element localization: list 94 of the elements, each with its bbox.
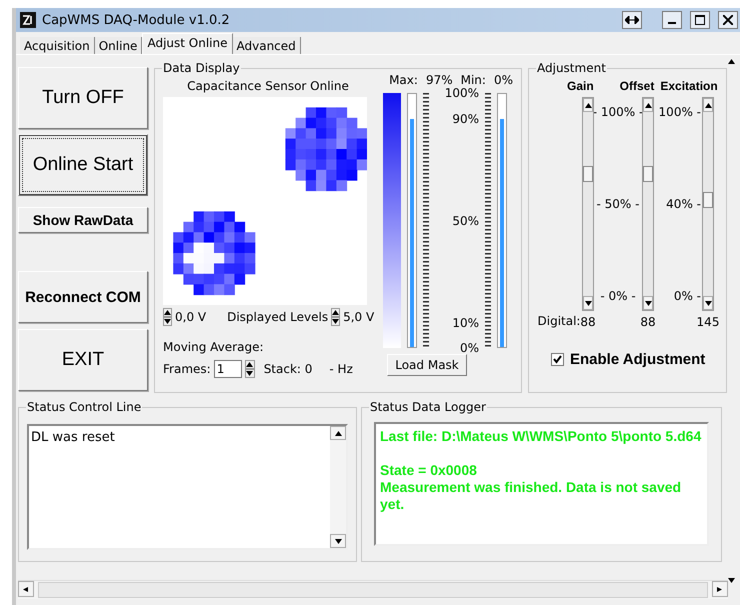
rate-label: - Hz bbox=[329, 362, 353, 376]
spinner[interactable] bbox=[244, 360, 255, 378]
digital-value: 88 bbox=[640, 315, 656, 329]
min-label: Min: bbox=[460, 73, 486, 87]
vertical-slider[interactable] bbox=[702, 97, 714, 311]
down-arrow-icon bbox=[728, 578, 735, 583]
slider-thumb[interactable] bbox=[583, 166, 593, 182]
tab[interactable]: Acquisition bbox=[20, 37, 95, 54]
close-icon bbox=[723, 15, 733, 25]
group-title: Data Display bbox=[162, 61, 241, 75]
moving-average-label: Moving Average: bbox=[163, 340, 264, 354]
log-message: State = 0x0008 Measurement was finished. Data is not saved yet. bbox=[380, 462, 682, 513]
tab[interactable]: Adjust Online bbox=[142, 33, 232, 54]
up-button[interactable] bbox=[583, 98, 593, 112]
group-title: Status Data Logger bbox=[369, 400, 487, 414]
scale-label: 10% bbox=[452, 316, 479, 330]
checkbox-label: Enable Adjustment bbox=[570, 351, 706, 368]
down-button[interactable] bbox=[703, 296, 713, 310]
high-voltage: 5,0 V bbox=[343, 310, 374, 324]
scrollbar[interactable] bbox=[330, 426, 346, 548]
slider-thumb[interactable] bbox=[703, 192, 713, 208]
down-arrow-icon bbox=[246, 371, 254, 376]
max-value: 97% bbox=[426, 73, 453, 87]
scale-label: 100% - bbox=[658, 105, 701, 119]
horizontal-scrollbar[interactable] bbox=[18, 580, 728, 599]
tab[interactable]: Advanced bbox=[232, 37, 301, 54]
min-value: 0% bbox=[494, 73, 513, 87]
frames-label: Frames: bbox=[163, 362, 211, 376]
slider-title: Offset bbox=[620, 79, 654, 93]
vertical-slider[interactable] bbox=[642, 97, 654, 311]
group-title: Adjustment bbox=[536, 61, 607, 75]
digital-value: 88 bbox=[580, 315, 596, 329]
slider-title: Gain bbox=[567, 79, 594, 93]
side-button[interactable]: Show RawData bbox=[18, 207, 148, 233]
down-arrow-icon bbox=[164, 319, 171, 324]
down-arrow-icon bbox=[584, 300, 592, 306]
group-title: Status Control Line bbox=[26, 400, 142, 414]
log-message: Last file: D:\Mateus W\WMS\Ponto 5\ponto 5.d64 bbox=[380, 428, 702, 445]
digital-label: Digital: bbox=[538, 314, 580, 328]
scale-label: 50% bbox=[452, 214, 479, 228]
up-arrow-icon bbox=[332, 310, 340, 315]
slider-title: Excitation bbox=[660, 79, 718, 93]
side-button[interactable]: EXIT bbox=[18, 329, 148, 391]
slider-thumb[interactable] bbox=[643, 166, 653, 182]
up-arrow-icon bbox=[164, 310, 171, 315]
digital-value: 145 bbox=[696, 315, 720, 329]
down-arrow-icon bbox=[704, 300, 712, 306]
scale-label: 0% bbox=[460, 341, 479, 355]
up-arrow-icon bbox=[584, 102, 592, 108]
load-mask-button[interactable]: Load Mask bbox=[387, 354, 467, 376]
right-arrow-icon bbox=[716, 586, 724, 592]
status-text-area[interactable]: DL was reset bbox=[27, 424, 348, 550]
down-button[interactable] bbox=[643, 296, 653, 310]
up-arrow-icon bbox=[644, 102, 652, 108]
up-arrow-icon bbox=[704, 102, 712, 108]
close-button[interactable] bbox=[718, 11, 738, 29]
checkbox[interactable] bbox=[551, 353, 564, 366]
levels-label: Displayed Levels bbox=[227, 310, 328, 324]
stack-label: Stack: 0 bbox=[264, 362, 312, 376]
maximize-button[interactable] bbox=[690, 11, 710, 29]
minimize-button[interactable] bbox=[662, 11, 682, 29]
left-arrow-icon bbox=[22, 586, 30, 592]
scale-label: 100% bbox=[444, 86, 479, 100]
app-logo-icon bbox=[20, 12, 36, 28]
down-arrow-icon bbox=[332, 319, 340, 324]
scale-label: 40% - bbox=[666, 197, 701, 211]
scale-label: 0% - bbox=[674, 289, 701, 303]
up-arrow-icon bbox=[728, 59, 735, 64]
window-title: CapWMS DAQ-Module v1.0.2 bbox=[42, 12, 231, 28]
down-arrow-icon bbox=[644, 300, 652, 306]
spinner[interactable] bbox=[163, 308, 172, 326]
up-button[interactable] bbox=[703, 98, 713, 112]
resize-button[interactable] bbox=[622, 11, 642, 29]
low-voltage: 0,0 V bbox=[175, 310, 206, 324]
spinner[interactable] bbox=[331, 308, 340, 326]
frames-field[interactable]: 1 bbox=[214, 360, 242, 378]
up-button[interactable] bbox=[643, 98, 653, 112]
maximize-icon bbox=[695, 15, 705, 25]
max-label: Max: bbox=[389, 73, 418, 87]
down-arrow-icon bbox=[334, 538, 342, 544]
side-button[interactable]: Turn OFF bbox=[18, 67, 148, 129]
tab[interactable]: Online bbox=[94, 37, 142, 54]
scale-label: 90% bbox=[452, 112, 479, 126]
side-button[interactable]: Reconnect COM bbox=[18, 271, 148, 323]
up-arrow-icon bbox=[334, 430, 342, 436]
status-text: DL was reset bbox=[30, 429, 116, 447]
double-arrow-icon bbox=[625, 16, 639, 24]
up-arrow-icon bbox=[246, 362, 254, 367]
scale-label: - 0% - bbox=[600, 289, 636, 303]
down-button[interactable] bbox=[583, 296, 593, 310]
display-heading: Capacitance Sensor Online bbox=[186, 79, 350, 93]
side-button[interactable]: Online Start bbox=[18, 134, 148, 196]
vertical-slider[interactable] bbox=[582, 97, 594, 311]
scale-label: - 50% - bbox=[596, 197, 640, 211]
